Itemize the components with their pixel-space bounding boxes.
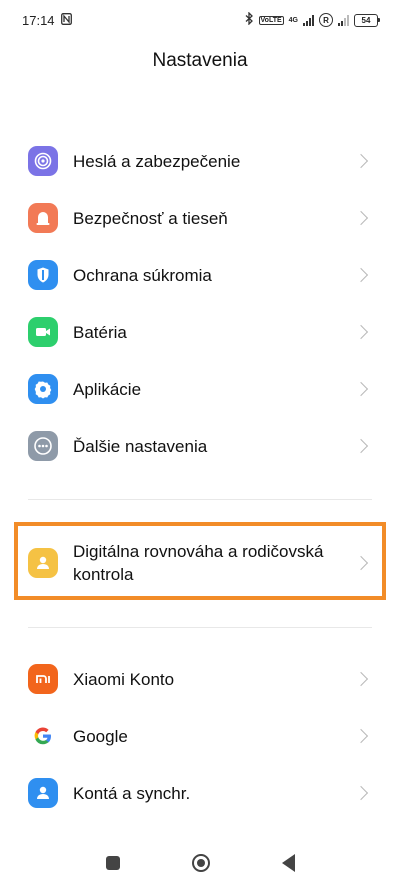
setting-item-safety[interactable]: Bezpečnosť a tieseň (28, 198, 372, 238)
setting-label: Batéria (73, 322, 127, 342)
setting-label: Aplikácie (73, 379, 142, 399)
setting-item-passwords[interactable]: Heslá a zabezpečenie (28, 141, 372, 181)
alarm-icon (28, 203, 58, 233)
setting-label: Heslá a zabezpečenie (73, 151, 241, 171)
setting-label: Kontá a synchr. (73, 783, 191, 803)
volte-badge: VoLTE (258, 15, 284, 25)
navigation-bar (0, 837, 400, 889)
status-bar: 17:14 VoLTE 4G R 54 (0, 0, 400, 40)
chevron-right-icon (353, 671, 369, 687)
bluetooth-icon (245, 11, 254, 28)
battery-icon (28, 317, 58, 347)
google-icon (28, 721, 58, 751)
setting-item-google[interactable]: Google (28, 716, 372, 756)
setting-item-accounts-sync[interactable]: Kontá a synchr. (28, 773, 372, 813)
chevron-right-icon (353, 728, 369, 744)
setting-label: Ďalšie nastavenia (73, 436, 208, 456)
network-label: 4G (288, 16, 298, 24)
fingerprint-icon (28, 146, 58, 176)
setting-label: Google (73, 726, 128, 746)
setting-label: Ochrana súkromia (73, 265, 212, 285)
divider (28, 627, 372, 628)
chevron-right-icon (353, 438, 369, 454)
highlight-frame (14, 522, 386, 600)
chevron-right-icon (353, 381, 369, 397)
back-icon[interactable] (281, 854, 295, 872)
recents-icon[interactable] (105, 856, 120, 870)
privacy-icon (28, 260, 58, 290)
chevron-right-icon (353, 324, 369, 340)
page-title: Nastavenia (152, 50, 248, 71)
signal-icon-2 (338, 14, 349, 26)
mi-icon (28, 664, 58, 694)
clock: 17:14 (22, 12, 55, 28)
setting-label: Bezpečnosť a tieseň (73, 208, 228, 228)
account-icon (28, 778, 58, 808)
signal-icon (303, 14, 314, 26)
more-icon (28, 431, 58, 461)
setting-item-privacy[interactable]: Ochrana súkromia (28, 255, 372, 295)
chevron-right-icon (353, 153, 369, 169)
roaming-icon: R (319, 13, 333, 27)
battery-icon: 54 (354, 13, 380, 27)
chevron-right-icon (353, 785, 369, 801)
gear-icon (28, 374, 58, 404)
setting-item-xiaomi-account[interactable]: Xiaomi Konto (28, 659, 372, 699)
chevron-right-icon (353, 210, 369, 226)
setting-label: Xiaomi Konto (73, 669, 175, 689)
chevron-right-icon (353, 267, 369, 283)
setting-item-more[interactable]: Ďalšie nastavenia (28, 426, 372, 466)
home-icon[interactable] (191, 854, 210, 872)
nfc-icon (60, 12, 72, 28)
setting-item-battery[interactable]: Batéria (28, 312, 372, 352)
setting-item-apps[interactable]: Aplikácie (28, 369, 372, 409)
divider (28, 499, 372, 500)
